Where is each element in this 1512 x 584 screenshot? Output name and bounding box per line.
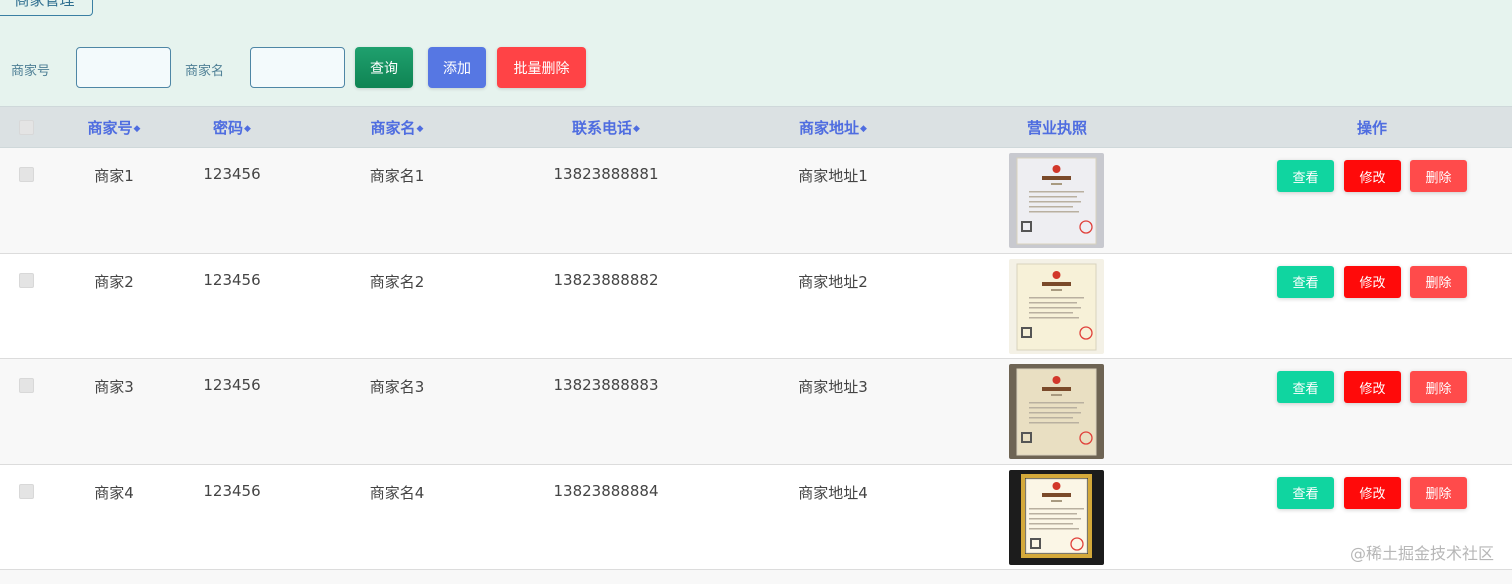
delete-button[interactable]: 删除 xyxy=(1410,265,1467,298)
business-license-image[interactable] xyxy=(1009,364,1104,459)
view-button[interactable]: 查看 xyxy=(1277,160,1334,192)
view-button[interactable]: 查看 xyxy=(1277,476,1334,509)
header-address[interactable]: 商家地址◆ xyxy=(799,107,867,149)
header-password[interactable]: 密码◆ xyxy=(213,107,251,149)
header-license: 营业执照 xyxy=(1026,119,1088,137)
business-license-image[interactable] xyxy=(1009,153,1104,248)
cell-merchant-name: 商家名4 xyxy=(369,483,425,502)
cell-merchant-no: 商家1 xyxy=(94,167,134,185)
batch-delete-button[interactable]: 批量删除 xyxy=(497,47,586,88)
cell-merchant-name: 商家名2 xyxy=(369,272,425,291)
cell-phone: 13823888883 xyxy=(553,376,659,394)
merchant-table: 商家号◆ 密码◆ 商家名◆ 联系电话◆ 商家地址◆ 营业执照 操作 商家1 123… xyxy=(0,106,1512,584)
cell-password: 123456 xyxy=(203,165,261,183)
merchant-name-input[interactable] xyxy=(250,47,345,88)
table-row: 商家1 123456 商家名1 13823888881 商家地址1 查看 修改 删除 xyxy=(0,148,1512,254)
license-thumbnail xyxy=(1016,157,1097,245)
merchant-no-label: 商家号 xyxy=(11,64,51,79)
edit-button[interactable]: 修改 xyxy=(1344,265,1401,298)
sort-icon: ◆ xyxy=(416,124,424,134)
row-checkbox[interactable] xyxy=(19,272,34,288)
header-merchant-name[interactable]: 商家名◆ xyxy=(371,107,424,149)
business-license-image[interactable] xyxy=(1009,258,1104,354)
table-row: 商家4 123456 商家名4 13823888884 商家地址4 查看 修改 删除 xyxy=(0,464,1512,570)
cell-merchant-no: 商家4 xyxy=(94,483,134,502)
cell-merchant-name: 商家名1 xyxy=(369,167,425,185)
cell-phone: 13823888881 xyxy=(553,165,659,183)
delete-button[interactable]: 删除 xyxy=(1410,476,1467,509)
merchant-name-label: 商家名 xyxy=(185,64,225,79)
cell-merchant-no: 商家2 xyxy=(94,272,134,291)
table-body: 商家1 123456 商家名1 13823888881 商家地址1 查看 修改 删除 商家2 1… xyxy=(0,148,1512,584)
cell-address: 商家地址1 xyxy=(798,167,868,185)
cell-merchant-no: 商家3 xyxy=(94,378,134,396)
watermark: @稀土掘金技术社区 xyxy=(1349,544,1494,563)
cell-password: 123456 xyxy=(203,270,261,289)
license-thumbnail xyxy=(1021,473,1092,558)
delete-button[interactable]: 删除 xyxy=(1410,160,1467,192)
business-license-image[interactable] xyxy=(1009,469,1104,565)
view-button[interactable]: 查看 xyxy=(1277,371,1334,403)
license-thumbnail xyxy=(1016,368,1097,456)
header-actions: 操作 xyxy=(1356,119,1388,137)
cell-password: 123456 xyxy=(203,376,261,394)
table-row: 商家2 123456 商家名2 13823888882 商家地址2 查看 修改 删除 xyxy=(0,253,1512,359)
header-merchant-no[interactable]: 商家号◆ xyxy=(88,107,141,149)
merchant-no-input[interactable] xyxy=(76,47,171,88)
table-row: 商家3 123456 商家名3 13823888883 商家地址3 查看 修改 删除 xyxy=(0,359,1512,465)
delete-button[interactable]: 删除 xyxy=(1410,371,1467,403)
table-row xyxy=(0,570,1512,584)
sort-icon: ◆ xyxy=(244,124,251,134)
search-bar: 商家号 商家名 查询 添加 批量删除 xyxy=(0,46,1512,90)
cell-merchant-name: 商家名3 xyxy=(369,378,425,396)
cell-password: 123456 xyxy=(203,481,261,500)
row-checkbox[interactable] xyxy=(19,378,34,393)
cell-phone: 13823888884 xyxy=(553,481,659,500)
add-button[interactable]: 添加 xyxy=(428,47,486,88)
row-checkbox[interactable] xyxy=(19,483,34,499)
sort-icon: ◆ xyxy=(133,124,141,134)
page-title-tab[interactable]: 商家管理 xyxy=(0,0,93,16)
cell-address: 商家地址4 xyxy=(798,483,868,502)
view-button[interactable]: 查看 xyxy=(1277,265,1334,298)
edit-button[interactable]: 修改 xyxy=(1344,476,1401,509)
sort-icon: ◆ xyxy=(633,124,640,134)
query-button[interactable]: 查询 xyxy=(355,47,413,88)
header-phone[interactable]: 联系电话◆ xyxy=(572,107,640,149)
cell-address: 商家地址3 xyxy=(798,378,868,396)
select-all-checkbox[interactable] xyxy=(19,120,34,135)
row-checkbox[interactable] xyxy=(19,167,34,182)
page-title: 商家管理 xyxy=(14,0,75,9)
cell-phone: 13823888882 xyxy=(553,270,659,289)
license-thumbnail xyxy=(1016,263,1097,350)
edit-button[interactable]: 修改 xyxy=(1344,160,1401,192)
edit-button[interactable]: 修改 xyxy=(1344,371,1401,403)
sort-icon: ◆ xyxy=(860,124,867,134)
table-header: 商家号◆ 密码◆ 商家名◆ 联系电话◆ 商家地址◆ 营业执照 操作 xyxy=(0,106,1512,148)
cell-address: 商家地址2 xyxy=(798,272,868,291)
